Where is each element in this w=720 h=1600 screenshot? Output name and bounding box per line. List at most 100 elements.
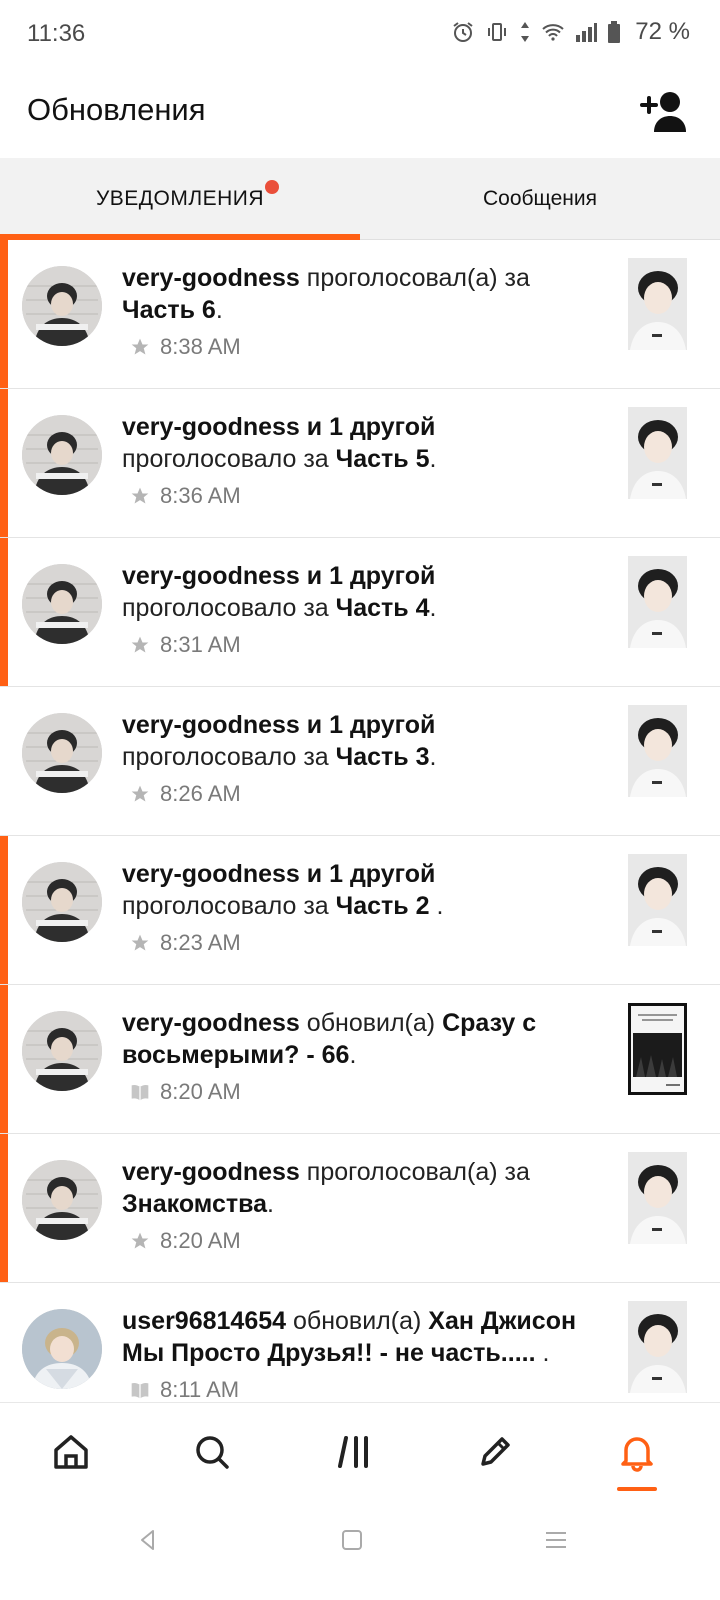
nav-updates[interactable] [607,1427,667,1477]
avatar[interactable] [22,713,102,793]
notification-text: very-goodness и 1 другой проголосовало з… [122,560,597,624]
notification-user[interactable]: very-goodness [122,264,300,292]
back-button[interactable] [128,1520,168,1560]
vibrate-icon [488,23,507,41]
nav-write[interactable] [465,1427,525,1477]
star-icon [130,933,150,953]
tab-messages[interactable]: Сообщения [360,158,720,240]
search-icon [196,1436,229,1469]
notification-user[interactable]: very-goodness и 1 другой [122,562,435,590]
story-cover[interactable] [628,854,687,946]
notification-time: 8:36 AM [160,483,241,508]
star-icon [130,486,150,506]
alarm-icon [453,22,473,42]
story-cover[interactable] [628,556,687,648]
star-icon [130,635,150,655]
notification-action: проголосовал(а) за [299,1158,530,1186]
notification-item[interactable]: very-goodness проголосовал(а) за Часть 6… [0,240,720,389]
avatar[interactable] [22,1309,102,1389]
avatar[interactable] [22,266,102,346]
tab-notifications[interactable]: УВЕДОМЛЕНИЯ [0,158,360,240]
notification-user[interactable]: very-goodness [122,1009,300,1037]
nav-library[interactable] [326,1427,386,1477]
notification-target[interactable]: Часть 5 [336,445,430,473]
notification-time: 8:20 AM [160,1228,241,1253]
page-title: Обновления [27,92,206,127]
notification-text: very-goodness проголосовал(а) за Знакомс… [122,1156,597,1220]
notification-meta: 8:38 AM [130,334,241,360]
story-cover[interactable] [628,1152,687,1244]
recents-button[interactable] [536,1520,576,1560]
story-cover[interactable] [628,705,687,797]
notification-item[interactable]: very-goodness проголосовал(а) за Знакомс… [0,1134,720,1283]
notification-end: . [215,296,223,324]
library-icon [338,1436,368,1468]
notification-action: проголосовало за [122,594,336,622]
avatar[interactable] [22,1160,102,1240]
notification-target[interactable]: Часть 3 [336,743,430,771]
add-friend-icon[interactable] [638,90,690,134]
book-icon [130,1380,150,1400]
unread-dot [265,180,279,194]
avatar[interactable] [22,1011,102,1091]
app-header: Обновления [0,70,720,158]
story-cover[interactable] [628,1003,687,1095]
notification-item[interactable]: very-goodness и 1 другой проголосовало з… [0,687,720,836]
notification-item[interactable]: very-goodness обновил(а) Сразу с восьмер… [0,985,720,1134]
tab-messages-label: Сообщения [483,187,597,210]
notification-item[interactable]: very-goodness и 1 другой проголосовало з… [0,836,720,985]
notification-item[interactable]: very-goodness и 1 другой проголосовало з… [0,538,720,687]
notification-target[interactable]: Знакомства [122,1190,267,1218]
notification-time: 8:20 AM [160,1079,241,1104]
nav-home[interactable] [41,1427,101,1477]
notification-action: обновил(а) [286,1307,429,1335]
notification-end: . [436,892,444,920]
notification-meta: 8:20 AM [130,1079,241,1105]
notification-end: . [267,1190,274,1218]
notification-meta: 8:36 AM [130,483,241,509]
tab-notifications-label: УВЕДОМЛЕНИЯ [95,187,265,210]
notification-user[interactable]: very-goodness [122,1158,300,1186]
avatar[interactable] [22,564,102,644]
notification-target[interactable]: Часть 6 [122,296,216,324]
star-icon [130,337,150,357]
notification-user[interactable]: very-goodness и 1 другой [122,413,435,441]
notification-end: . [542,1339,550,1367]
star-icon [130,784,150,804]
notification-target[interactable]: Часть 4 [336,594,430,622]
wifi-icon [542,24,564,41]
story-cover[interactable] [628,258,687,350]
notification-target[interactable]: Часть 2 [336,892,437,920]
notification-text: very-goodness проголосовал(а) за Часть 6… [122,262,597,326]
notification-meta: 8:11 AM [130,1377,239,1403]
notification-text: user96814654 обновил(а) Хан Джисон Мы Пр… [122,1305,597,1369]
system-nav-bar [0,1502,720,1600]
status-bar: 11:36 72 % [0,0,720,70]
notification-text: very-goodness и 1 другой проголосовало з… [122,411,597,475]
notification-list[interactable]: very-goodness проголосовал(а) за Часть 6… [0,240,720,1430]
home-button[interactable] [332,1520,372,1560]
notification-item[interactable]: very-goodness и 1 другой проголосовало з… [0,389,720,538]
avatar[interactable] [22,862,102,942]
story-cover[interactable] [628,1301,687,1393]
bottom-nav [0,1402,720,1502]
signal-icon [576,23,598,42]
square-home-icon [342,1530,362,1550]
notification-user[interactable]: very-goodness и 1 другой [122,860,435,888]
status-time: 11:36 [27,20,86,47]
avatar[interactable] [22,415,102,495]
notification-text: very-goodness и 1 другой проголосовало з… [122,709,597,773]
story-cover[interactable] [628,407,687,499]
notification-end: . [429,743,437,771]
notification-user[interactable]: very-goodness и 1 другой [122,711,435,739]
notification-action: проголосовало за [122,892,336,920]
book-icon [130,1082,150,1102]
notification-end: . [429,594,437,622]
notification-action: проголосовало за [122,445,336,473]
notification-time: 8:11 AM [160,1377,240,1402]
battery-percent: 72 % [635,18,690,45]
notification-time: 8:26 AM [160,781,241,806]
notification-user[interactable]: user96814654 [122,1307,286,1335]
data-arrows-icon [521,22,530,42]
nav-search[interactable] [182,1427,242,1477]
